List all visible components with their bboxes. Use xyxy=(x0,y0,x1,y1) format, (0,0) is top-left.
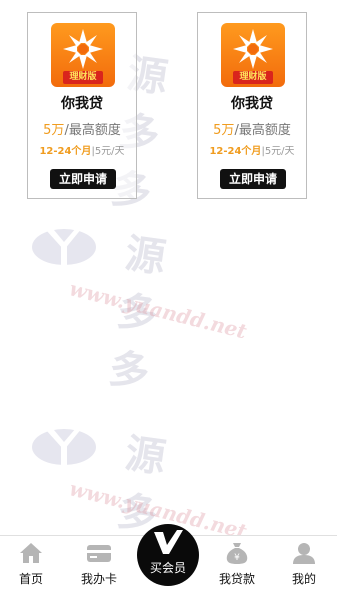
product-limit: 5万/最高额度 xyxy=(28,119,136,138)
apply-button[interactable]: 立即申请 xyxy=(220,169,286,189)
limit-suffix: /最高额度 xyxy=(64,123,121,138)
product-name: 你我贷 xyxy=(61,96,103,112)
product-term: 12-24个月|5元/天 xyxy=(28,142,136,157)
term-months: 12-24个月 xyxy=(39,146,92,157)
limit-suffix: /最高额度 xyxy=(234,123,291,138)
vip-v-icon xyxy=(154,530,183,554)
tab-loan[interactable]: ¥ 我贷款 xyxy=(207,536,267,600)
watermark-url: www.yuandd.net xyxy=(67,276,250,344)
tab-label: 我的 xyxy=(291,572,316,586)
watermark-logo xyxy=(32,228,96,266)
daily-rate: 5元/天 xyxy=(94,146,125,157)
tab-mine[interactable]: 我的 xyxy=(274,536,334,600)
logo-label: 理财版 xyxy=(63,71,103,84)
product-grid: 理财版 你我贷 5万/最高额度 12-24个月|5元/天 立即申请 理财版 你我… xyxy=(0,12,337,202)
limit-amount: 5万 xyxy=(43,123,65,138)
user-icon xyxy=(293,543,315,564)
home-icon xyxy=(20,543,42,563)
product-logo: 理财版 xyxy=(51,23,115,87)
daily-rate: 5元/天 xyxy=(264,146,295,157)
credit-card-icon xyxy=(87,545,111,562)
product-card[interactable]: 理财版 你我贷 5万/最高额度 12-24个月|5元/天 立即申请 xyxy=(27,12,137,199)
term-months: 12-24个月 xyxy=(209,146,262,157)
watermark-logo xyxy=(32,428,96,466)
product-name: 你我贷 xyxy=(231,96,273,112)
tab-label: 首页 xyxy=(18,572,43,586)
product-limit: 5万/最高额度 xyxy=(198,119,306,138)
tab-label: 买会员 xyxy=(149,561,186,575)
watermark-name: 源多多 xyxy=(106,230,173,398)
logo-label: 理财版 xyxy=(233,71,273,84)
tab-label: 我贷款 xyxy=(218,572,255,586)
tab-home[interactable]: 首页 xyxy=(1,536,61,600)
tab-label: 我办卡 xyxy=(80,572,117,586)
svg-text:¥: ¥ xyxy=(234,553,240,563)
apply-button[interactable]: 立即申请 xyxy=(50,169,116,189)
product-term: 12-24个月|5元/天 xyxy=(198,142,306,157)
money-bag-icon: ¥ xyxy=(226,543,248,564)
limit-amount: 5万 xyxy=(213,123,235,138)
product-card[interactable]: 理财版 你我贷 5万/最高额度 12-24个月|5元/天 立即申请 xyxy=(197,12,307,199)
product-logo: 理财版 xyxy=(221,23,285,87)
tab-card[interactable]: 我办卡 xyxy=(69,536,129,600)
tab-vip-button[interactable]: 买会员 xyxy=(137,524,199,586)
